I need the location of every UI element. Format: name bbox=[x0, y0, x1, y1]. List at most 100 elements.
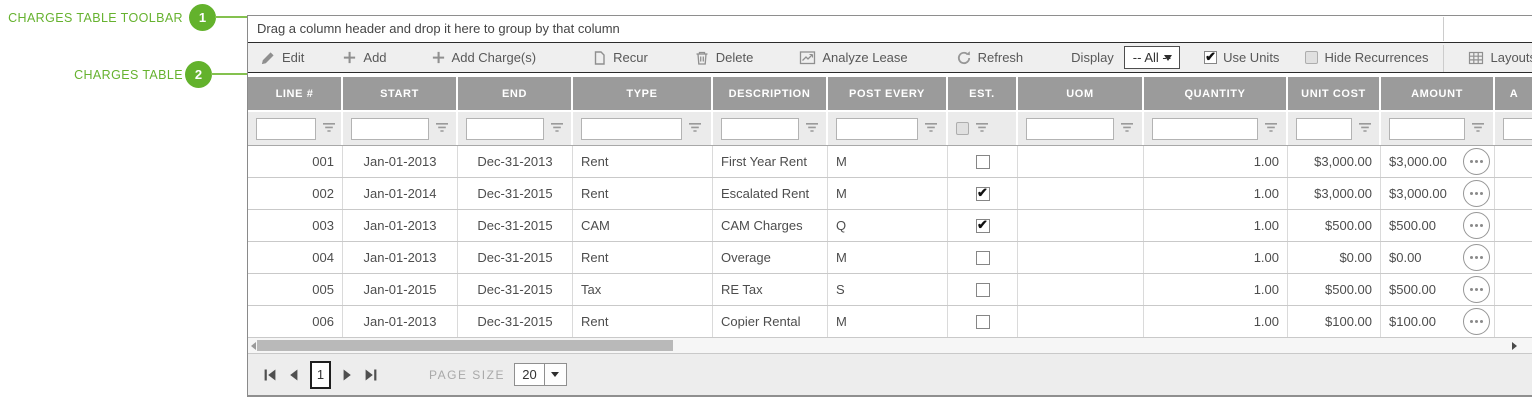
layouts-button[interactable]: Layouts bbox=[1468, 50, 1532, 65]
page-size-value[interactable]: 20 bbox=[513, 363, 545, 386]
next-page-button[interactable] bbox=[339, 367, 355, 383]
cell-description: Copier Rental bbox=[713, 306, 828, 337]
filter-input-cutoff[interactable] bbox=[1503, 117, 1532, 140]
current-page[interactable]: 1 bbox=[310, 360, 331, 389]
scroll-left-icon[interactable] bbox=[251, 342, 256, 350]
plus-icon bbox=[431, 50, 446, 65]
filter-icon[interactable] bbox=[688, 120, 702, 138]
filter-icon[interactable] bbox=[924, 120, 938, 138]
table-row[interactable]: 002 Jan-01-2014 Dec-31-2015 Rent Escalat… bbox=[248, 178, 1532, 210]
cell-unit-cost: $500.00 bbox=[1288, 210, 1381, 241]
column-header-type[interactable]: TYPE bbox=[573, 77, 713, 110]
filter-input-type[interactable] bbox=[581, 117, 682, 140]
filter-input-quantity[interactable] bbox=[1152, 117, 1258, 140]
filter-input-amount[interactable] bbox=[1389, 117, 1465, 140]
panel-divider bbox=[1443, 17, 1444, 41]
column-header-line[interactable]: LINE # bbox=[248, 77, 343, 110]
est-checkbox[interactable] bbox=[975, 250, 990, 265]
est-checkbox[interactable] bbox=[975, 314, 990, 329]
table-row[interactable]: 001 Jan-01-2013 Dec-31-2013 Rent First Y… bbox=[248, 146, 1532, 178]
est-checkbox[interactable] bbox=[975, 186, 990, 201]
table-row[interactable]: 006 Jan-01-2013 Dec-31-2015 Rent Copier … bbox=[248, 306, 1532, 338]
cell-line: 006 bbox=[248, 306, 343, 337]
display-select[interactable]: -- All -- bbox=[1123, 46, 1181, 69]
ellipsis-button[interactable] bbox=[1463, 180, 1490, 207]
cell-unit-cost: $100.00 bbox=[1288, 306, 1381, 337]
column-header-unit-cost[interactable]: UNIT COST bbox=[1288, 77, 1381, 110]
pagination-bar: 1 PAGE SIZE 20 bbox=[248, 354, 1532, 397]
table-row[interactable]: 004 Jan-01-2013 Dec-31-2015 Rent Overage… bbox=[248, 242, 1532, 274]
column-header-cutoff[interactable]: A bbox=[1495, 77, 1532, 110]
hide-recurrences-toggle[interactable]: Hide Recurrences bbox=[1305, 50, 1428, 65]
filter-input-description[interactable] bbox=[721, 117, 799, 140]
filter-icon[interactable] bbox=[1358, 120, 1372, 138]
edit-button[interactable]: Edit bbox=[260, 50, 304, 66]
prev-page-button[interactable] bbox=[286, 367, 302, 383]
page-size-select[interactable]: 20 bbox=[513, 363, 567, 386]
group-by-drop-zone[interactable]: Drag a column header and drop it here to… bbox=[248, 16, 1532, 43]
filter-icon[interactable] bbox=[1471, 120, 1485, 138]
scrollbar-thumb[interactable] bbox=[257, 340, 673, 351]
column-header-description[interactable]: DESCRIPTION bbox=[713, 77, 828, 110]
column-header-start[interactable]: START bbox=[343, 77, 458, 110]
recur-button[interactable]: Recur bbox=[592, 50, 648, 66]
column-header-end[interactable]: END bbox=[458, 77, 573, 110]
column-header-quantity[interactable]: QUANTITY bbox=[1144, 77, 1288, 110]
cell-uom bbox=[1018, 274, 1144, 305]
filter-input-line[interactable] bbox=[256, 117, 316, 140]
refresh-button[interactable]: Refresh bbox=[956, 50, 1023, 66]
filter-input-post-every[interactable] bbox=[836, 117, 918, 140]
cell-end: Dec-31-2015 bbox=[458, 306, 573, 337]
cell-start: Jan-01-2014 bbox=[343, 178, 458, 209]
add-charges-button[interactable]: Add Charge(s) bbox=[431, 50, 536, 65]
ellipsis-button[interactable] bbox=[1463, 148, 1490, 175]
filter-icon[interactable] bbox=[1120, 120, 1134, 138]
ellipsis-button[interactable] bbox=[1463, 276, 1490, 303]
filter-icon[interactable] bbox=[550, 120, 564, 138]
filter-icon[interactable] bbox=[1264, 120, 1278, 138]
prev-page-icon bbox=[290, 369, 298, 380]
table-row[interactable]: 005 Jan-01-2015 Dec-31-2015 Tax RE Tax S… bbox=[248, 274, 1532, 306]
table-row[interactable]: 003 Jan-01-2013 Dec-31-2015 CAM CAM Char… bbox=[248, 210, 1532, 242]
scroll-right-icon[interactable] bbox=[1512, 342, 1517, 350]
column-header-amount[interactable]: AMOUNT bbox=[1381, 77, 1495, 110]
page-size-dropdown-button[interactable] bbox=[544, 363, 567, 386]
cell-description: CAM Charges bbox=[713, 210, 828, 241]
ellipsis-button[interactable] bbox=[1463, 244, 1490, 271]
add-button[interactable]: Add bbox=[342, 50, 387, 65]
delete-button[interactable]: Delete bbox=[694, 50, 753, 66]
est-checkbox[interactable] bbox=[975, 282, 990, 297]
last-page-button[interactable] bbox=[363, 367, 379, 383]
last-page-icon bbox=[365, 369, 377, 380]
filter-input-start[interactable] bbox=[351, 117, 429, 140]
est-checkbox[interactable] bbox=[975, 218, 990, 233]
est-checkbox[interactable] bbox=[975, 154, 990, 169]
hide-recurrences-checkbox[interactable] bbox=[1305, 51, 1319, 64]
column-header-uom[interactable]: UOM bbox=[1018, 77, 1144, 110]
filter-icon[interactable] bbox=[435, 120, 449, 138]
ellipsis-button[interactable] bbox=[1463, 308, 1490, 335]
cell-start: Jan-01-2013 bbox=[343, 146, 458, 177]
callout-marker-2: 2 bbox=[185, 61, 212, 88]
ellipsis-button[interactable] bbox=[1463, 212, 1490, 239]
filter-icon[interactable] bbox=[322, 120, 336, 138]
cell-post-every: M bbox=[828, 306, 948, 337]
column-header-post-every[interactable]: POST EVERY bbox=[828, 77, 948, 110]
horizontal-scrollbar[interactable] bbox=[248, 338, 1532, 354]
filter-input-uom[interactable] bbox=[1026, 117, 1114, 140]
filter-icon[interactable] bbox=[805, 120, 819, 138]
filter-input-end[interactable] bbox=[466, 117, 544, 140]
filter-est-checkbox[interactable] bbox=[956, 122, 969, 135]
filter-icon[interactable] bbox=[975, 120, 989, 138]
cell-type: Rent bbox=[573, 306, 713, 337]
column-header-est[interactable]: EST. bbox=[948, 77, 1018, 110]
filter-input-unit-cost[interactable] bbox=[1296, 117, 1352, 140]
page-size-label: PAGE SIZE bbox=[429, 367, 505, 382]
use-units-checkbox[interactable] bbox=[1204, 51, 1218, 64]
analyze-lease-button[interactable]: Analyze Lease bbox=[799, 50, 908, 65]
cell-amount: $3,000.00 bbox=[1389, 154, 1447, 169]
first-page-button[interactable] bbox=[262, 367, 278, 383]
refresh-icon bbox=[956, 50, 972, 66]
cell-start: Jan-01-2013 bbox=[343, 242, 458, 273]
use-units-toggle[interactable]: Use Units bbox=[1204, 50, 1279, 65]
